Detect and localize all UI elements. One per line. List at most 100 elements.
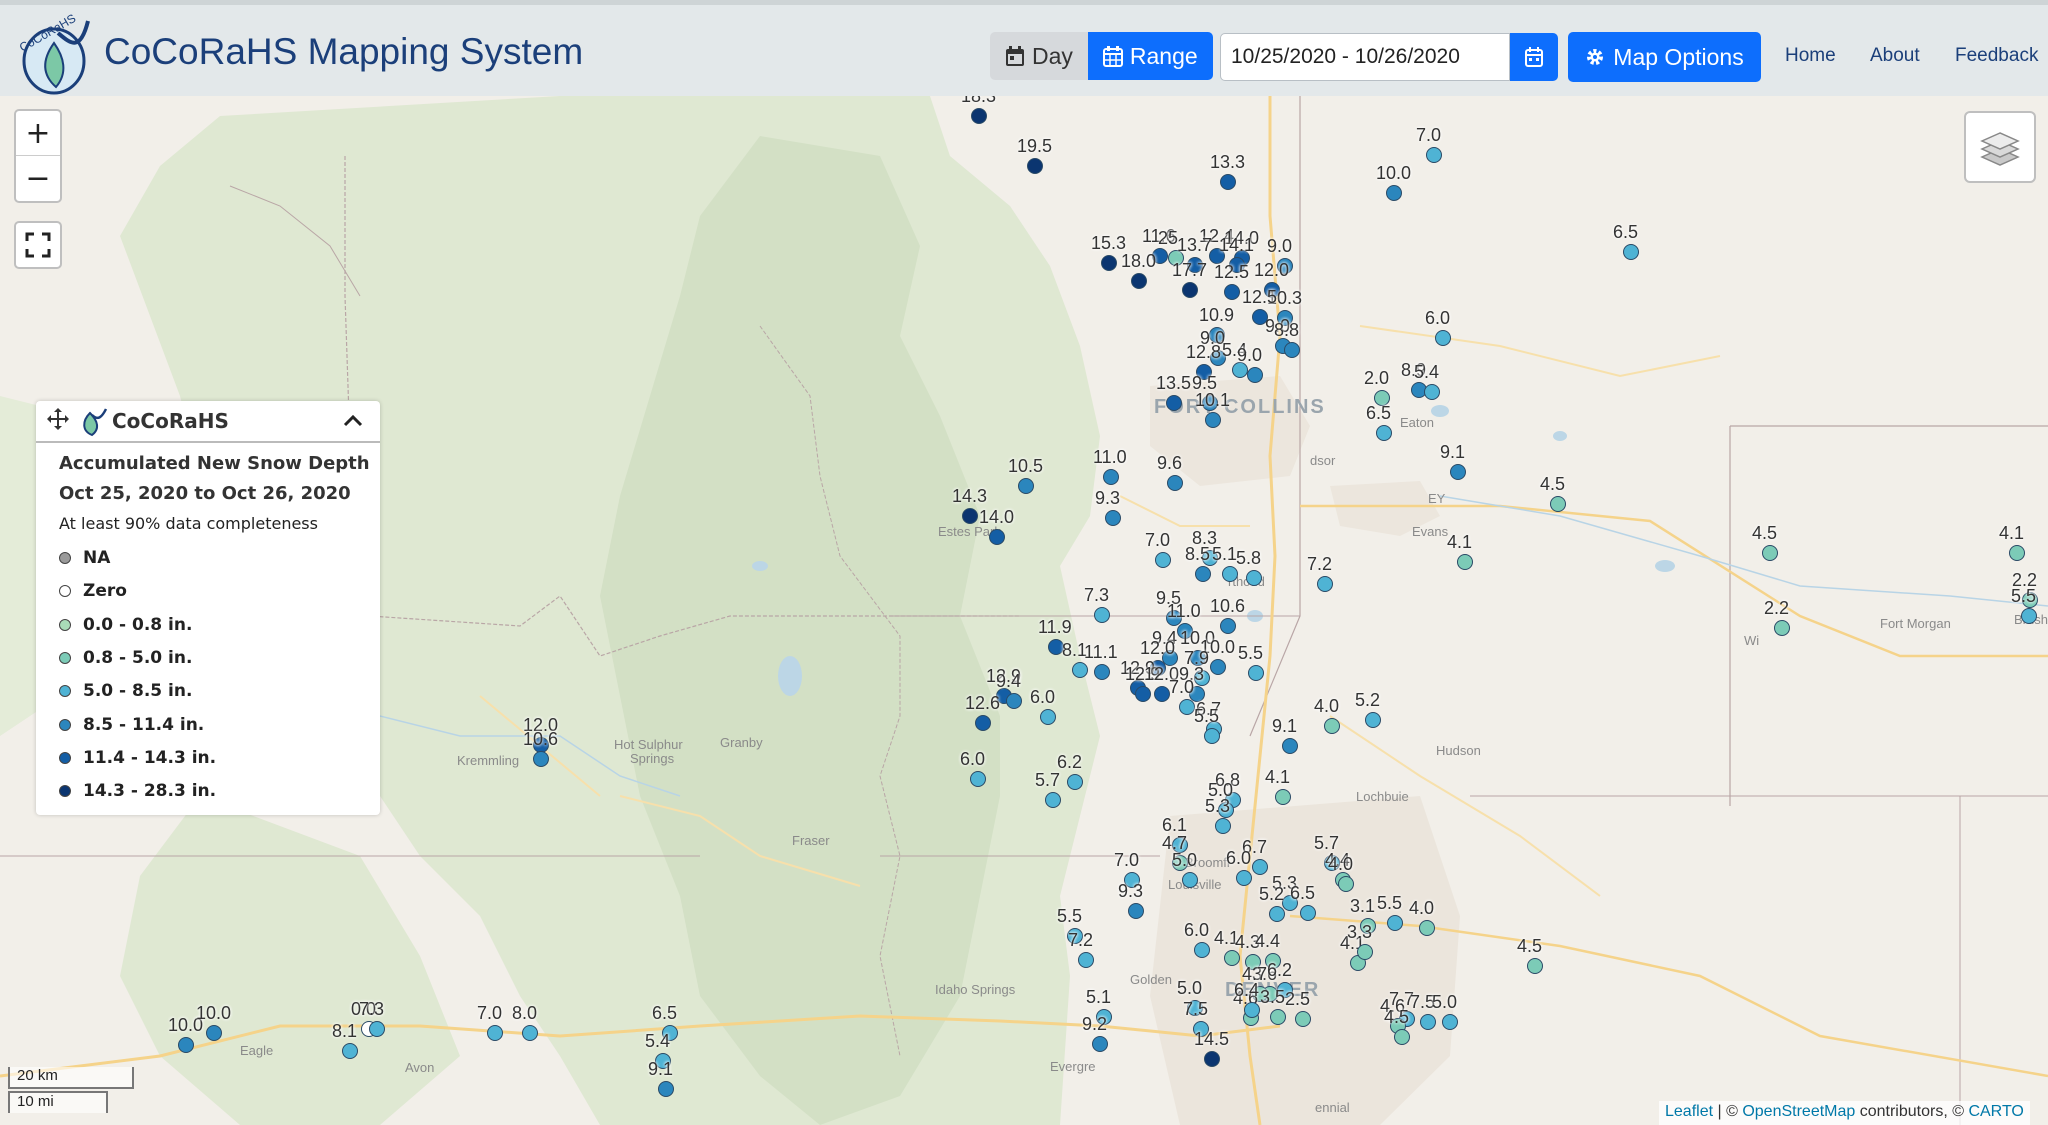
nav-about-link[interactable]: About [1870, 45, 1920, 67]
cocorahs-logo[interactable]: CoCoRaHS [18, 13, 102, 97]
station-marker[interactable] [1248, 665, 1264, 681]
station-marker[interactable] [1324, 718, 1340, 734]
station-marker[interactable] [1220, 618, 1236, 634]
station-marker[interactable] [975, 715, 991, 731]
calendar-picker-button[interactable] [1510, 33, 1558, 81]
station-marker[interactable] [1338, 876, 1354, 892]
station-marker[interactable] [1774, 620, 1790, 636]
station-marker[interactable] [1215, 818, 1231, 834]
station-marker[interactable] [1300, 905, 1316, 921]
zoom-out-button[interactable]: − [16, 156, 60, 201]
station-marker[interactable] [1247, 367, 1263, 383]
station-marker[interactable] [1167, 475, 1183, 491]
day-button[interactable]: Day [990, 32, 1088, 80]
station-marker[interactable] [1435, 330, 1451, 346]
station-marker[interactable] [1527, 958, 1543, 974]
station-marker[interactable] [1101, 255, 1117, 271]
station-marker[interactable] [1394, 1029, 1410, 1045]
station-marker[interactable] [1420, 1014, 1436, 1030]
station-marker[interactable] [1220, 174, 1236, 190]
station-marker[interactable] [1275, 789, 1291, 805]
station-marker[interactable] [1105, 510, 1121, 526]
station-marker[interactable] [1182, 872, 1198, 888]
station-marker[interactable] [1094, 664, 1110, 680]
station-marker[interactable] [1182, 282, 1198, 298]
station-marker[interactable] [1426, 147, 1442, 163]
nav-home-link[interactable]: Home [1785, 45, 1836, 67]
station-marker[interactable] [1244, 1002, 1260, 1018]
station-marker[interactable] [1246, 570, 1262, 586]
station-marker[interactable] [971, 108, 987, 124]
station-marker[interactable] [1365, 712, 1381, 728]
station-marker[interactable] [487, 1025, 503, 1041]
map-options-button[interactable]: Map Options [1568, 32, 1761, 82]
snow-depth-map[interactable]: Estes Park Kremmling Hot Sulphur Springs… [0, 96, 2048, 1125]
station-marker[interactable] [989, 529, 1005, 545]
zoom-in-button[interactable]: + [16, 111, 60, 156]
station-marker[interactable] [1067, 774, 1083, 790]
station-marker[interactable] [1236, 870, 1252, 886]
station-marker[interactable] [1155, 552, 1171, 568]
station-marker[interactable] [1040, 709, 1056, 725]
chevron-up-icon[interactable] [341, 409, 365, 433]
station-marker[interactable] [1154, 686, 1170, 702]
station-marker[interactable] [1424, 384, 1440, 400]
station-marker[interactable] [1762, 545, 1778, 561]
station-marker[interactable] [1094, 607, 1110, 623]
station-marker[interactable] [1419, 920, 1435, 936]
station-marker[interactable] [2009, 545, 2025, 561]
station-marker[interactable] [1072, 662, 1088, 678]
station-marker[interactable] [1128, 903, 1144, 919]
station-marker[interactable] [1442, 1014, 1458, 1030]
fullscreen-button[interactable] [14, 221, 62, 269]
station-marker[interactable] [1550, 496, 1566, 512]
move-icon[interactable] [46, 407, 70, 431]
station-marker[interactable] [1135, 686, 1151, 702]
station-marker[interactable] [522, 1025, 538, 1041]
station-marker[interactable] [1131, 273, 1147, 289]
station-marker[interactable] [1224, 284, 1240, 300]
date-range-input[interactable] [1220, 33, 1510, 81]
station-marker[interactable] [533, 751, 549, 767]
station-marker[interactable] [1317, 576, 1333, 592]
station-marker[interactable] [1450, 464, 1466, 480]
station-marker[interactable] [178, 1037, 194, 1053]
station-marker[interactable] [2021, 608, 2037, 624]
station-marker[interactable] [1092, 1036, 1108, 1052]
station-marker[interactable] [1045, 792, 1061, 808]
station-marker[interactable] [1006, 693, 1022, 709]
station-marker[interactable] [1357, 944, 1373, 960]
station-marker[interactable] [1194, 942, 1210, 958]
station-marker[interactable] [1018, 478, 1034, 494]
station-marker[interactable] [1270, 1009, 1286, 1025]
carto-link[interactable]: CARTO [1968, 1103, 2023, 1120]
station-marker[interactable] [1166, 395, 1182, 411]
station-marker[interactable] [1103, 469, 1119, 485]
station-marker[interactable] [1078, 952, 1094, 968]
nav-feedback-link[interactable]: Feedback [1955, 45, 2038, 67]
station-marker[interactable] [1195, 566, 1211, 582]
station-marker[interactable] [1210, 659, 1226, 675]
osm-link[interactable]: OpenStreetMap [1742, 1103, 1855, 1120]
station-marker[interactable] [1269, 906, 1285, 922]
station-marker[interactable] [970, 771, 986, 787]
station-marker[interactable] [1204, 728, 1220, 744]
station-marker[interactable] [206, 1025, 222, 1041]
range-button[interactable]: Range [1087, 32, 1213, 80]
station-marker[interactable] [342, 1043, 358, 1059]
station-marker[interactable] [1205, 412, 1221, 428]
station-marker[interactable] [1457, 554, 1473, 570]
station-marker[interactable] [1282, 738, 1298, 754]
layers-control-button[interactable] [1964, 111, 2036, 183]
station-marker[interactable] [962, 508, 978, 524]
station-marker[interactable] [1623, 244, 1639, 260]
station-marker[interactable] [1284, 342, 1300, 358]
station-marker[interactable] [1204, 1051, 1220, 1067]
station-marker[interactable] [1387, 915, 1403, 931]
station-marker[interactable] [369, 1021, 385, 1037]
station-marker[interactable] [1295, 1011, 1311, 1027]
station-marker[interactable] [658, 1081, 674, 1097]
station-marker[interactable] [1252, 309, 1268, 325]
leaflet-link[interactable]: Leaflet [1665, 1103, 1713, 1120]
station-marker[interactable] [1386, 185, 1402, 201]
